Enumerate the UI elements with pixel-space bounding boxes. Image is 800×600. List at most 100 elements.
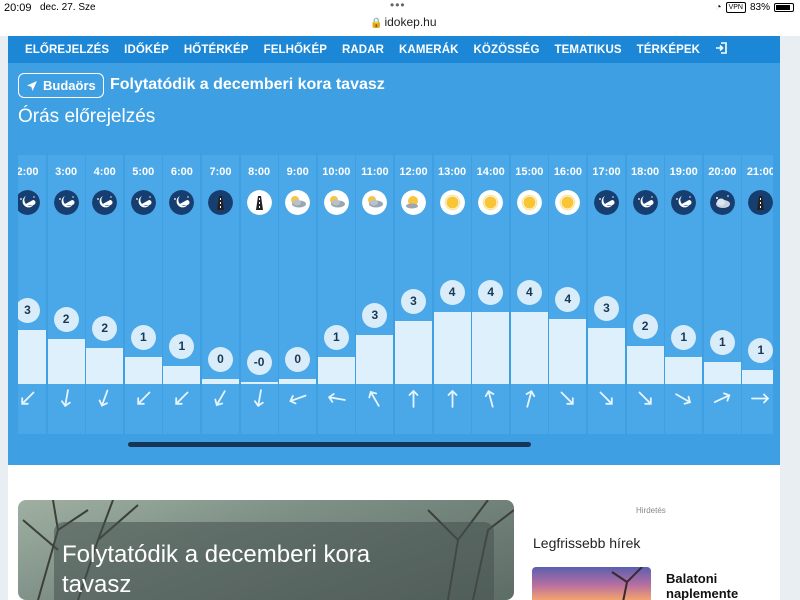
ad-label: Hirdetés: [636, 506, 666, 515]
forecast-headline[interactable]: Folytatódik a decemberi kora tavasz: [110, 76, 385, 94]
forecast-panel: Budaörs Folytatódik a decemberi kora tav…: [8, 63, 780, 465]
hour-label: 17:00: [592, 166, 621, 178]
temperature-value: 3: [401, 289, 426, 314]
news-heading: Legfrissebb hírek: [533, 535, 641, 551]
hour-label: 13:00: [438, 166, 467, 178]
wind-direction-icon: [132, 387, 155, 410]
address-bar[interactable]: 🔒 idokep.hu: [370, 15, 437, 29]
hour-label: 11:00: [361, 166, 389, 178]
wind-direction-icon: [325, 387, 348, 410]
news-item-title[interactable]: Balatoni naplemente: [666, 571, 776, 600]
temperature-value: 2: [53, 307, 79, 332]
wind-direction-icon: [363, 387, 386, 410]
login-icon[interactable]: [715, 42, 727, 57]
nav-item-tematikus[interactable]: TEMATIKUS: [555, 44, 622, 56]
status-indicators: ◔ VPN 83%: [716, 2, 794, 13]
temperature-value: 4: [478, 280, 504, 305]
status-bar: 20:09 dec. 27. Sze ••• 🔒 idokep.hu ◔ VPN …: [0, 0, 800, 36]
hour-column[interactable]: 10:00 1: [317, 155, 355, 434]
hour-label: 9:00: [286, 166, 309, 178]
temperature-value: 1: [169, 334, 195, 359]
temperature-bar: [356, 335, 394, 384]
hour-column[interactable]: 7:00 0: [202, 155, 239, 434]
more-dots-icon[interactable]: •••: [390, 0, 406, 12]
hour-label: 3:00: [55, 166, 78, 178]
nav-item-hoterkep[interactable]: HŐTÉRKÉP: [184, 44, 249, 56]
nav-item-idokep[interactable]: IDŐKÉP: [124, 44, 169, 56]
news-thumbnail[interactable]: [532, 567, 651, 600]
weather-night-clear-icon: [53, 190, 79, 215]
hour-column[interactable]: 11:00 3: [356, 155, 394, 434]
hour-column[interactable]: 14:00 4: [472, 155, 510, 434]
hour-label: 19:00: [669, 166, 698, 178]
hour-column[interactable]: 18:00 2: [626, 155, 664, 434]
location-arrow-icon: [27, 80, 37, 91]
temperature-value: 1: [130, 325, 156, 350]
hour-label: 16:00: [553, 166, 582, 178]
wind-direction-icon: [672, 387, 695, 410]
weather-night-clear-icon: [671, 190, 697, 215]
hour-column[interactable]: 9:00 0: [279, 155, 317, 434]
horizontal-scrollbar[interactable]: [128, 442, 531, 447]
weather-night-clear-icon: [18, 190, 40, 215]
temperature-value: 3: [18, 298, 40, 323]
hour-label: 2:00: [18, 166, 39, 178]
weather-road-night-icon: [208, 190, 233, 215]
hour-label: 7:00: [209, 166, 232, 178]
hour-column[interactable]: 20:00 1: [703, 155, 741, 434]
wind-direction-icon: [479, 387, 502, 410]
wind-direction-icon: [556, 387, 579, 410]
article-title[interactable]: Folytatódik a decemberi kora tavasz: [62, 540, 442, 600]
hour-column[interactable]: 6:00 1: [163, 155, 201, 434]
nav-item-kamerak[interactable]: KAMERÁK: [399, 44, 458, 56]
temperature-bar: [86, 348, 124, 384]
battery-percent: 83%: [749, 2, 770, 13]
temperature-value: 1: [323, 325, 349, 350]
temperature-bar: [124, 357, 162, 384]
nav-item-felhokep[interactable]: FELHŐKÉP: [264, 44, 327, 56]
nav-item-terkepek[interactable]: TÉRKÉPEK: [637, 44, 700, 56]
hourly-forecast-strip[interactable]: 2:00 3 3:00 2 4:00 2 5:00 1 6:00 1 7:00 0 8:00 -0 9:00…: [18, 155, 773, 434]
hour-column[interactable]: 21:00 1: [742, 155, 773, 434]
hour-column[interactable]: 13:00 4: [433, 155, 471, 434]
wind-direction-icon: [634, 387, 657, 410]
temperature-bar: [549, 319, 587, 384]
hour-column[interactable]: 16:00 4: [549, 155, 587, 434]
hour-column[interactable]: 5:00 1: [124, 155, 162, 434]
temperature-bar: [202, 378, 239, 384]
hour-column[interactable]: 15:00 4: [510, 155, 548, 434]
hour-label: 4:00: [93, 166, 116, 178]
wind-direction-icon: [595, 387, 618, 410]
hour-column[interactable]: 17:00 3: [588, 155, 625, 434]
weather-day-cloudy-icon: [362, 190, 388, 215]
url-text: idokep.hu: [384, 15, 437, 29]
featured-article-card[interactable]: Folytatódik a decemberi kora tavasz: [18, 500, 514, 600]
temperature-value: 2: [632, 314, 658, 340]
status-time: 20:09: [4, 2, 32, 14]
nav-item-kozosseg[interactable]: KÖZÖSSÉG: [474, 44, 540, 56]
hour-column[interactable]: 2:00 3: [18, 155, 46, 434]
temperature-value: 4: [439, 280, 465, 305]
hour-column[interactable]: 19:00 1: [665, 155, 703, 434]
location-button[interactable]: Budaörs: [18, 73, 104, 98]
wind-direction-icon: [93, 387, 116, 410]
wind-direction-icon: [55, 387, 78, 410]
temperature-bar: [472, 312, 510, 384]
hour-label: 18:00: [631, 166, 660, 178]
temperature-value: 4: [516, 280, 542, 305]
hour-label: 8:00: [248, 166, 271, 178]
temperature-bar: [317, 357, 355, 384]
nav-item-elorejelzes[interactable]: ELŐREJELZÉS: [25, 44, 109, 56]
hour-column[interactable]: 8:00 -0: [240, 155, 278, 434]
hour-column[interactable]: 3:00 2: [47, 155, 85, 434]
hour-column[interactable]: 12:00 3: [395, 155, 432, 434]
hour-label: 12:00: [399, 166, 428, 178]
temperature-bar: [626, 346, 664, 384]
wind-direction-icon: [170, 387, 193, 410]
temperature-bar: [395, 321, 432, 384]
weather-night-cloudy-icon: [709, 190, 735, 215]
hour-label: 20:00: [708, 166, 737, 178]
news-image: [611, 567, 643, 600]
hour-column[interactable]: 4:00 2: [86, 155, 124, 434]
nav-item-radar[interactable]: RADAR: [342, 44, 384, 56]
